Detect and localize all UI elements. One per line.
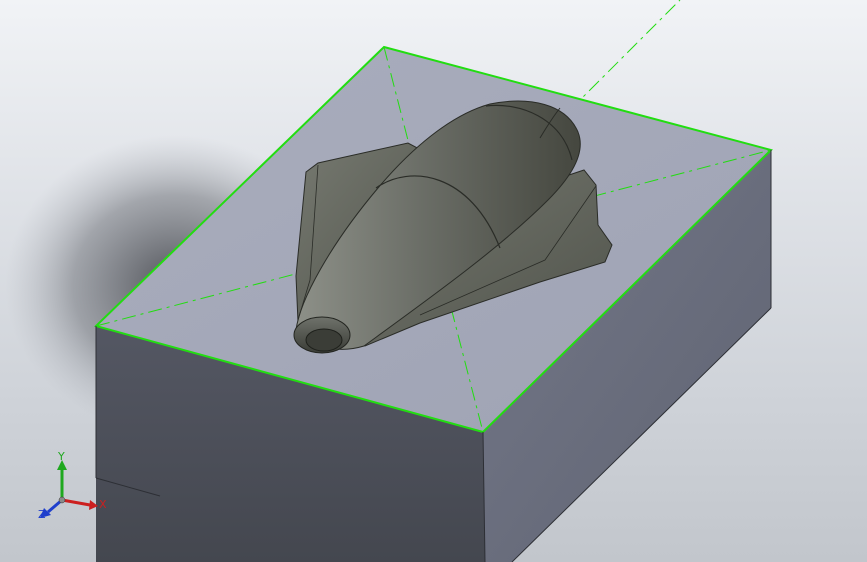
construction-line-upper — [569, 0, 681, 111]
triad-z-label: Z — [38, 508, 46, 521]
nose-cap-inner — [305, 328, 343, 352]
triad-y-label: Y — [57, 450, 65, 463]
triad-x-label: X — [99, 498, 107, 511]
model-scene[interactable]: X Y Z — [0, 0, 867, 562]
triad-origin — [58, 496, 66, 504]
triad-x-axis — [61, 498, 91, 507]
graphics-viewport[interactable]: X Y Z — [0, 0, 867, 562]
